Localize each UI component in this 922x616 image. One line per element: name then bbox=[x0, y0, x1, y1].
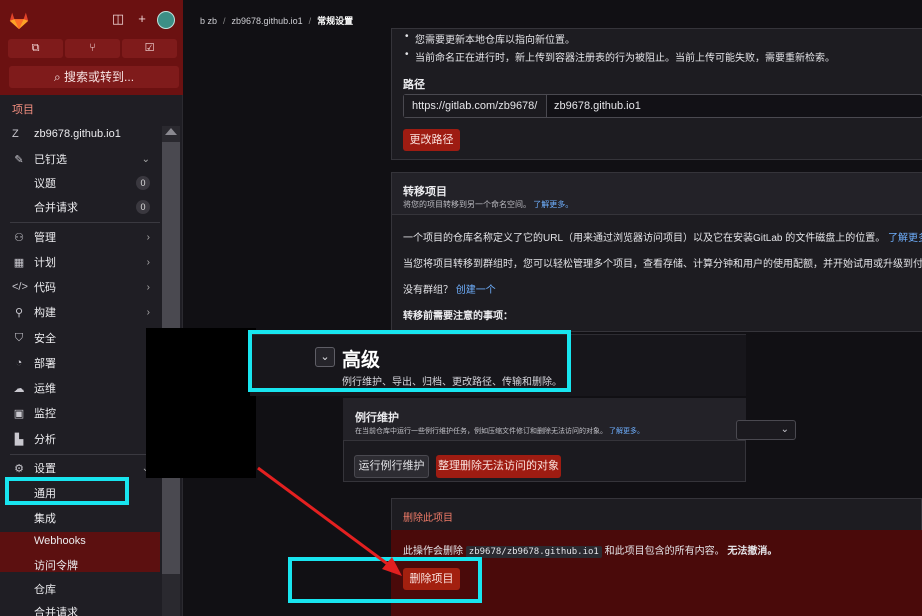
arrow-head-icon bbox=[382, 557, 402, 576]
arrow-shaft bbox=[257, 466, 394, 570]
annotation-arrow bbox=[257, 466, 402, 576]
